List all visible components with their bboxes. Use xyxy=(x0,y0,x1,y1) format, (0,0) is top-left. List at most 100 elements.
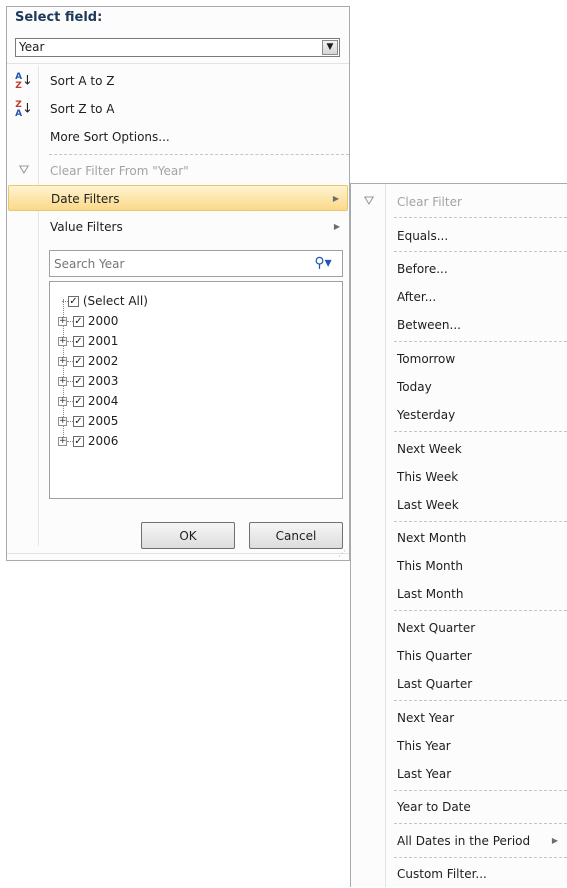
tree-item-label: 2000 xyxy=(87,314,119,328)
submenu-last-year[interactable]: Last Year xyxy=(351,760,567,788)
divider xyxy=(49,154,349,155)
sort-a-to-z-label: Sort A to Z xyxy=(50,74,115,88)
submenu-this-month[interactable]: This Month xyxy=(351,552,567,580)
submenu-this-year[interactable]: This Year xyxy=(351,732,567,760)
divider xyxy=(394,700,567,701)
expand-plus-icon[interactable]: + xyxy=(58,357,67,366)
submenu-before[interactable]: Before... xyxy=(351,255,567,283)
submenu-item-label: Today xyxy=(397,380,432,394)
sort-ascending-icon: A Z ↓ xyxy=(15,71,33,91)
submenu-after[interactable]: After... xyxy=(351,283,567,311)
submenu-item-label: Tomorrow xyxy=(397,352,456,366)
divider xyxy=(394,790,567,791)
submenu-item-label: This Month xyxy=(397,559,463,573)
checkbox-checked[interactable]: ✓ xyxy=(73,396,84,407)
search-icon[interactable]: ⚲▾ xyxy=(304,251,342,276)
submenu-equals[interactable]: Equals... xyxy=(351,222,567,250)
submenu-this-week[interactable]: This Week xyxy=(351,463,567,491)
chevron-right-icon: ▶ xyxy=(333,222,340,231)
tree-item-label: 2001 xyxy=(87,334,119,348)
date-filters-submenu: ⛛ Clear Filter Equals... Before... After… xyxy=(350,183,567,887)
ok-button[interactable]: OK xyxy=(141,522,235,549)
date-filters-label: Date Filters xyxy=(51,192,120,206)
select-field-label: Select field: xyxy=(15,10,103,25)
submenu-next-quarter[interactable]: Next Quarter xyxy=(351,614,567,642)
submenu-item-label: Custom Filter... xyxy=(397,867,487,881)
field-select-dropdown[interactable]: Year ▼ xyxy=(15,38,340,57)
clear-filter-icon: ⛛ xyxy=(363,194,375,209)
submenu-item-label: Next Month xyxy=(397,531,467,545)
year-checkbox-tree: ✓ (Select All) + ✓ 2000 + ✓ 2001 + ✓ 2002 +… xyxy=(49,281,343,499)
submenu-item-label: Last Week xyxy=(397,498,459,512)
sort-z-to-a-item[interactable]: Z A ↓ Sort Z to A xyxy=(8,96,348,122)
submenu-today[interactable]: Today xyxy=(351,373,567,401)
submenu-item-label: Next Quarter xyxy=(397,621,476,635)
chevron-right-icon: ▶ xyxy=(551,836,558,845)
search-year-box[interactable]: ⚲▾ xyxy=(49,250,343,277)
expand-plus-icon[interactable]: + xyxy=(58,337,67,346)
submenu-item-label: Last Year xyxy=(397,767,452,781)
submenu-last-quarter[interactable]: Last Quarter xyxy=(351,670,567,698)
checkbox-checked[interactable]: ✓ xyxy=(68,296,79,307)
submenu-item-label: Between... xyxy=(397,318,461,332)
expand-plus-icon[interactable]: + xyxy=(58,417,67,426)
search-input[interactable] xyxy=(52,254,296,274)
checkbox-checked[interactable]: ✓ xyxy=(73,416,84,427)
tree-item[interactable]: + ✓ 2004 xyxy=(58,391,118,411)
field-select-value: Year xyxy=(19,40,45,54)
submenu-item-label: Clear Filter xyxy=(397,195,462,209)
sort-a-to-z-item[interactable]: A Z ↓ Sort A to Z xyxy=(8,68,348,94)
submenu-year-to-date[interactable]: Year to Date xyxy=(351,793,567,821)
more-sort-options-label: More Sort Options... xyxy=(50,130,170,144)
submenu-last-month[interactable]: Last Month xyxy=(351,580,567,608)
value-filters-item[interactable]: Value Filters ▶ xyxy=(8,214,348,240)
submenu-item-label: This Year xyxy=(397,739,451,753)
divider xyxy=(394,857,567,858)
tree-item[interactable]: + ✓ 2005 xyxy=(58,411,118,431)
clear-filter-from-year-label: Clear Filter From "Year" xyxy=(50,164,189,178)
value-filters-label: Value Filters xyxy=(50,220,123,234)
tree-item-select-all[interactable]: ✓ (Select All) xyxy=(62,291,148,311)
clear-filter-from-year-item[interactable]: ⛛ Clear Filter From "Year" xyxy=(8,158,348,184)
submenu-custom-filter[interactable]: Custom Filter... xyxy=(351,860,567,888)
submenu-tomorrow[interactable]: Tomorrow xyxy=(351,345,567,373)
tree-item-label: 2003 xyxy=(87,374,119,388)
tree-item[interactable]: + ✓ 2002 xyxy=(58,351,118,371)
submenu-between[interactable]: Between... xyxy=(351,311,567,339)
sort-z-to-a-label: Sort Z to A xyxy=(50,102,115,116)
chevron-down-icon[interactable]: ▼ xyxy=(322,40,338,55)
tree-item[interactable]: + ✓ 2003 xyxy=(58,371,118,391)
submenu-item-label: All Dates in the Period xyxy=(397,834,531,848)
checkbox-checked[interactable]: ✓ xyxy=(73,316,84,327)
checkbox-checked[interactable]: ✓ xyxy=(73,336,84,347)
submenu-all-dates-in-period[interactable]: All Dates in the Period ▶ xyxy=(351,827,567,855)
tree-item-label: (Select All) xyxy=(82,294,148,308)
submenu-next-year[interactable]: Next Year xyxy=(351,704,567,732)
tree-item[interactable]: + ✓ 2000 xyxy=(58,311,118,331)
submenu-next-month[interactable]: Next Month xyxy=(351,524,567,552)
resize-grip-icon[interactable]: ⋰ xyxy=(338,549,346,558)
more-sort-options-item[interactable]: More Sort Options... xyxy=(8,124,348,150)
expand-plus-icon[interactable]: + xyxy=(58,317,67,326)
tree-item[interactable]: + ✓ 2001 xyxy=(58,331,118,351)
submenu-next-week[interactable]: Next Week xyxy=(351,435,567,463)
submenu-item-label: Next Week xyxy=(397,442,462,456)
submenu-yesterday[interactable]: Yesterday xyxy=(351,401,567,429)
expand-plus-icon[interactable]: + xyxy=(58,437,67,446)
clear-filter-icon: ⛛ xyxy=(18,163,30,178)
submenu-clear-filter[interactable]: ⛛ Clear Filter xyxy=(351,188,567,216)
checkbox-checked[interactable]: ✓ xyxy=(73,376,84,387)
date-filters-item[interactable]: Date Filters ▶ xyxy=(8,185,348,211)
expand-plus-icon[interactable]: + xyxy=(58,377,67,386)
tree-item-label: 2002 xyxy=(87,354,119,368)
submenu-item-label: This Week xyxy=(397,470,459,484)
submenu-this-quarter[interactable]: This Quarter xyxy=(351,642,567,670)
filter-dropdown-panel: Select field: Year ▼ A Z ↓ Sort A to Z Z A ↓… xyxy=(6,6,350,561)
checkbox-checked[interactable]: ✓ xyxy=(73,436,84,447)
expand-plus-icon[interactable]: + xyxy=(58,397,67,406)
tree-item[interactable]: + ✓ 2006 xyxy=(58,431,118,451)
cancel-button[interactable]: Cancel xyxy=(249,522,343,549)
checkbox-checked[interactable]: ✓ xyxy=(73,356,84,367)
submenu-last-week[interactable]: Last Week xyxy=(351,491,567,519)
divider xyxy=(7,63,349,64)
